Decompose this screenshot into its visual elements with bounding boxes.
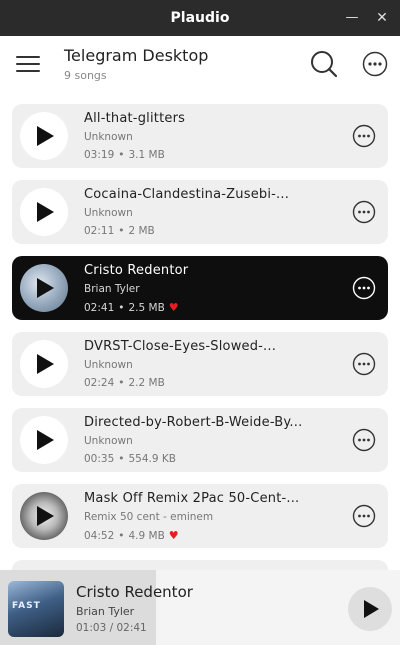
song-row[interactable]: Cocaina-Clandestina-Zusebi-... Unknown 0… xyxy=(12,180,388,244)
song-count: 9 songs xyxy=(64,69,107,82)
song-artist: Unknown xyxy=(84,207,133,219)
header: Telegram Desktop 9 songs xyxy=(0,36,400,94)
album-cover-text: FAST xyxy=(12,601,41,611)
song-duration: 02:11 xyxy=(84,225,115,237)
song-row[interactable]: All-that-glitters Unknown 03:19 • 3.1 MB xyxy=(12,104,388,168)
meta-separator: • xyxy=(118,149,125,161)
song-duration: 03:19 xyxy=(84,149,115,161)
song-row-partial[interactable] xyxy=(12,560,388,570)
song-more-icon[interactable] xyxy=(352,428,376,452)
song-size: 2.2 MB xyxy=(128,377,165,389)
song-duration: 02:41 xyxy=(84,302,115,314)
song-title: Mask Off Remix 2Pac 50-Cent-... xyxy=(84,491,300,506)
play-button[interactable] xyxy=(348,587,392,631)
meta-separator: • xyxy=(118,453,125,465)
song-artist: Unknown xyxy=(84,131,133,143)
more-options-icon[interactable] xyxy=(362,51,388,77)
song-title: Cristo Redentor xyxy=(84,263,189,278)
play-icon xyxy=(37,430,54,450)
meta-separator: • xyxy=(118,530,125,542)
meta-separator: • xyxy=(118,377,125,389)
song-meta: 02:11 • 2 MB xyxy=(84,225,155,237)
song-size: 2 MB xyxy=(128,225,155,237)
close-button[interactable]: ✕ xyxy=(370,0,394,36)
song-artist: Brian Tyler xyxy=(84,283,140,295)
now-playing-title: Cristo Redentor xyxy=(76,583,193,601)
song-artist: Unknown xyxy=(84,359,133,371)
meta-separator: • xyxy=(118,225,125,237)
song-row[interactable]: DVRST-Close-Eyes-Slowed-... Unknown 02:2… xyxy=(12,332,388,396)
song-title: All-that-glitters xyxy=(84,111,186,126)
play-icon xyxy=(364,600,379,618)
song-row[interactable]: Mask Off Remix 2Pac 50-Cent-... Remix 50… xyxy=(12,484,388,548)
play-button[interactable] xyxy=(20,112,68,160)
page-title: Telegram Desktop xyxy=(64,46,209,65)
play-icon xyxy=(37,126,54,146)
song-title: Cocaina-Clandestina-Zusebi-... xyxy=(84,187,290,202)
now-playing-bar[interactable]: FAST Cristo Redentor Brian Tyler 01:03 /… xyxy=(0,570,400,645)
song-meta: 02:24 • 2.2 MB xyxy=(84,377,165,389)
album-cover: FAST xyxy=(8,581,64,637)
song-more-icon[interactable] xyxy=(352,276,376,300)
song-meta: 03:19 • 3.1 MB xyxy=(84,149,165,161)
heart-icon: ♥ xyxy=(168,529,179,542)
song-title: DVRST-Close-Eyes-Slowed-... xyxy=(84,339,277,354)
song-size: 554.9 KB xyxy=(128,453,176,465)
song-size: 3.1 MB xyxy=(128,149,165,161)
minimize-button[interactable]: — xyxy=(340,0,364,36)
song-meta: 00:35 • 554.9 KB xyxy=(84,453,176,465)
song-size: 4.9 MB xyxy=(128,530,165,542)
song-duration: 00:35 xyxy=(84,453,115,465)
now-playing-time: 01:03 / 02:41 xyxy=(76,622,147,634)
window-titlebar: Plaudio — ✕ xyxy=(0,0,400,36)
heart-icon: ♥ xyxy=(168,301,179,314)
play-icon xyxy=(37,278,54,298)
song-duration: 02:24 xyxy=(84,377,115,389)
song-duration: 04:52 xyxy=(84,530,115,542)
search-icon[interactable] xyxy=(310,50,338,78)
play-button[interactable] xyxy=(20,188,68,236)
song-more-icon[interactable] xyxy=(352,200,376,224)
song-list[interactable]: All-that-glitters Unknown 03:19 • 3.1 MB C… xyxy=(0,94,400,570)
song-more-icon[interactable] xyxy=(352,352,376,376)
song-row[interactable]: Directed-by-Robert-B-Weide-By... Unknown… xyxy=(12,408,388,472)
song-meta: 02:41 • 2.5 MB ♥ xyxy=(84,301,179,314)
song-artist: Unknown xyxy=(84,435,133,447)
now-playing-artist: Brian Tyler xyxy=(76,605,135,618)
song-meta: 04:52 • 4.9 MB ♥ xyxy=(84,529,179,542)
hamburger-icon[interactable] xyxy=(16,54,40,74)
album-art-play-button[interactable] xyxy=(20,264,68,312)
song-size: 2.5 MB xyxy=(128,302,165,314)
play-icon xyxy=(37,202,54,222)
song-artist: Remix 50 cent - eminem xyxy=(84,511,214,523)
song-row-active[interactable]: Cristo Redentor Brian Tyler 02:41 • 2.5 MB… xyxy=(12,256,388,320)
play-button[interactable] xyxy=(20,416,68,464)
song-more-icon[interactable] xyxy=(352,504,376,528)
meta-separator: • xyxy=(118,302,125,314)
play-icon xyxy=(37,506,54,526)
play-button[interactable] xyxy=(20,340,68,388)
song-title: Directed-by-Robert-B-Weide-By... xyxy=(84,415,303,430)
song-more-icon[interactable] xyxy=(352,124,376,148)
album-art-play-button[interactable] xyxy=(20,492,68,540)
play-icon xyxy=(37,354,54,374)
